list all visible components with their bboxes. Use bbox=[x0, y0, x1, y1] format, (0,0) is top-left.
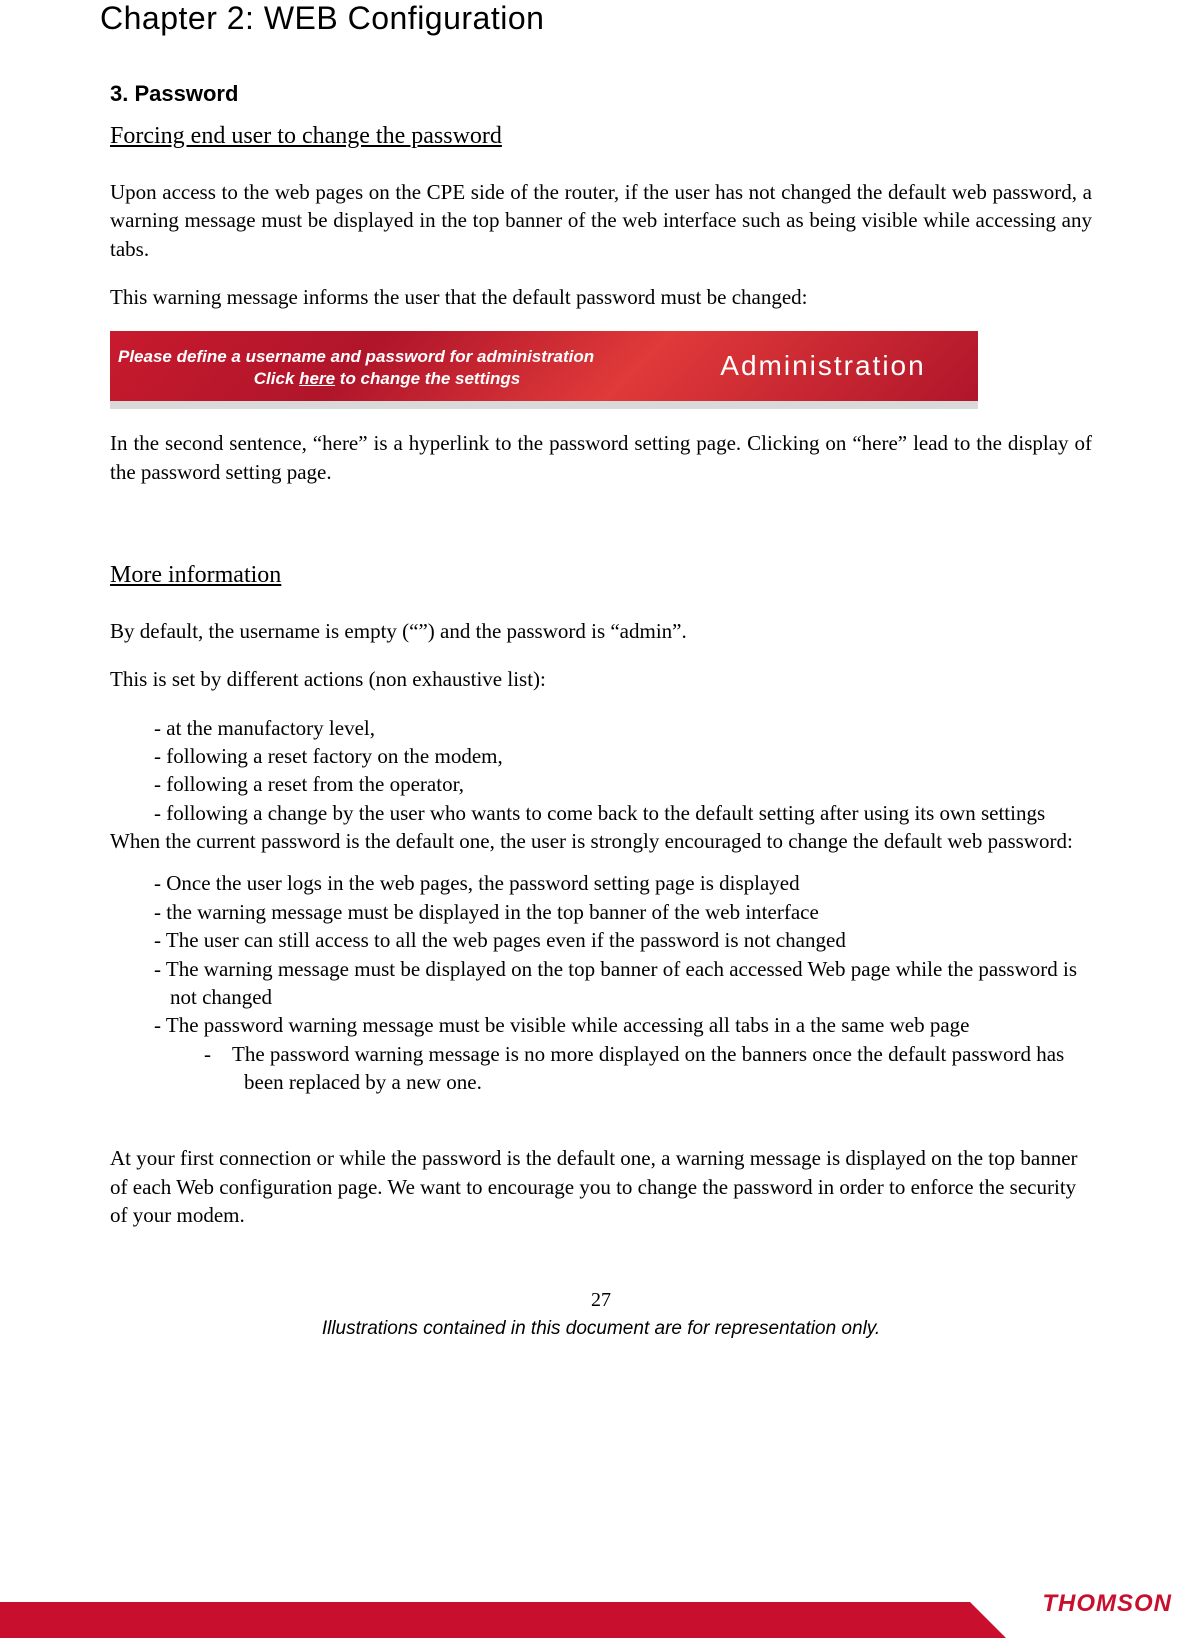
thomson-logo: THOMSON bbox=[1042, 1590, 1172, 1618]
list-item: the warning message must be displayed in… bbox=[154, 898, 1092, 926]
banner-line2-pre: Click bbox=[254, 369, 299, 388]
list-item: The password warning message must be vis… bbox=[154, 1011, 1092, 1096]
list-item: Once the user logs in the web pages, the… bbox=[154, 869, 1092, 897]
warning-banner: Please define a username and password fo… bbox=[110, 331, 978, 409]
banner-message: Please define a username and password fo… bbox=[110, 331, 668, 401]
list-item: The user can still access to all the web… bbox=[154, 926, 1092, 954]
warning-banner-screenshot: Please define a username and password fo… bbox=[110, 331, 1092, 409]
page-footer: THOMSON bbox=[0, 1560, 1202, 1638]
subheading-forcing: Forcing end user to change the password bbox=[110, 123, 1102, 150]
list-actions: at the manufactory level, following a re… bbox=[154, 714, 1092, 827]
list-item: following a reset from the operator, bbox=[154, 770, 1092, 798]
sub-list-item: The password warning message is no more … bbox=[204, 1040, 1092, 1097]
banner-line1: Please define a username and password fo… bbox=[118, 347, 656, 367]
list-behaviors: Once the user logs in the web pages, the… bbox=[154, 869, 1092, 1096]
footer-red-bar bbox=[0, 1602, 970, 1638]
list-item: following a reset factory on the modem, bbox=[154, 742, 1092, 770]
list-item: The warning message must be displayed on… bbox=[154, 955, 1092, 1012]
paragraph: This is set by different actions (non ex… bbox=[110, 665, 1092, 693]
sub-list: The password warning message is no more … bbox=[204, 1040, 1092, 1097]
list-item-text: The password warning message must be vis… bbox=[166, 1013, 970, 1037]
paragraph: When the current password is the default… bbox=[110, 827, 1092, 855]
subheading-more-info: More information bbox=[110, 562, 1102, 589]
section-title: 3. Password bbox=[110, 81, 1102, 107]
paragraph: At your first connection or while the pa… bbox=[110, 1144, 1092, 1229]
page-content: Chapter 2: WEB Configuration 3. Password… bbox=[0, 0, 1202, 1520]
illustration-caption: Illustrations contained in this document… bbox=[100, 1318, 1102, 1340]
banner-here-link[interactable]: here bbox=[299, 369, 335, 388]
list-item: following a change by the user who wants… bbox=[154, 799, 1092, 827]
paragraph: By default, the username is empty (“”) a… bbox=[110, 617, 1092, 645]
banner-line2-post: to change the settings bbox=[335, 369, 520, 388]
page-number: 27 bbox=[100, 1289, 1102, 1312]
banner-title: Administration bbox=[668, 331, 978, 401]
paragraph: Upon access to the web pages on the CPE … bbox=[110, 178, 1092, 263]
chapter-title: Chapter 2: WEB Configuration bbox=[100, 0, 1102, 37]
paragraph: In the second sentence, “here” is a hype… bbox=[110, 429, 1092, 486]
banner-line2: Click here to change the settings bbox=[118, 369, 656, 389]
paragraph: This warning message informs the user th… bbox=[110, 283, 1092, 311]
list-item: at the manufactory level, bbox=[154, 714, 1092, 742]
